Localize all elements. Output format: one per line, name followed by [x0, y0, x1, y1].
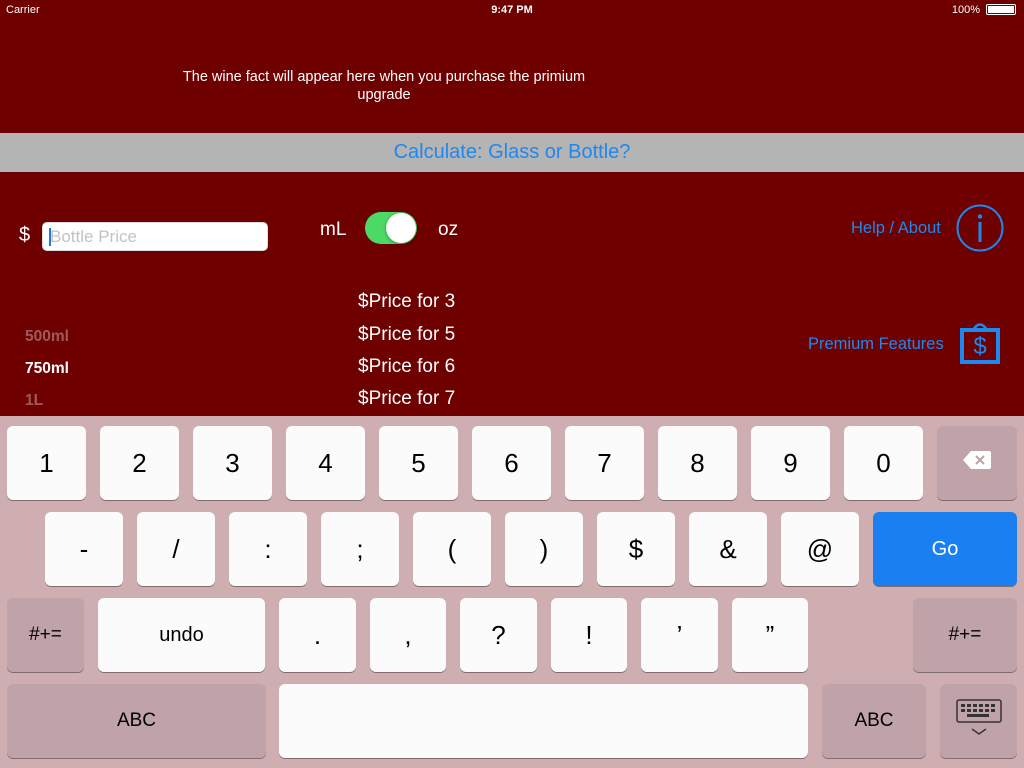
key-9[interactable]: 9 [751, 426, 830, 500]
unit-toggle[interactable] [365, 212, 417, 244]
key-8[interactable]: 8 [658, 426, 737, 500]
wine-fact-text: The wine fact will appear here when you … [182, 69, 586, 103]
key-4[interactable]: 4 [286, 426, 365, 500]
bottle-price-input[interactable] [42, 222, 268, 251]
abc-key-right[interactable]: ABC [822, 684, 926, 758]
svg-text:$: $ [973, 333, 986, 360]
key-question[interactable]: ? [460, 598, 537, 672]
key-3[interactable]: 3 [193, 426, 272, 500]
key-0[interactable]: 0 [844, 426, 923, 500]
key-hyphen[interactable]: - [45, 512, 123, 586]
space-key[interactable] [279, 684, 808, 758]
key-semicolon[interactable]: ; [321, 512, 399, 586]
price-row: $Price for 7 [358, 388, 456, 409]
undo-key[interactable]: undo [98, 598, 265, 672]
size-option[interactable]: 500ml [25, 328, 69, 346]
battery-percent: 100% [951, 4, 980, 16]
shopping-bag-dollar-icon[interactable]: $ [958, 320, 1002, 371]
toggle-knob [386, 213, 416, 243]
key-comma[interactable]: , [370, 598, 446, 672]
help-about-link[interactable]: Help / About [851, 219, 941, 238]
size-option-selected[interactable]: 750ml [25, 360, 69, 378]
price-row: $Price for 6 [358, 356, 456, 377]
abc-key-left[interactable]: ABC [7, 684, 266, 758]
price-row: $Price for 3 [358, 291, 456, 312]
key-1[interactable]: 1 [7, 426, 86, 500]
dismiss-keyboard-key[interactable] [940, 684, 1017, 758]
clock: 9:47 PM [491, 4, 533, 16]
key-6[interactable]: 6 [472, 426, 551, 500]
keyboard: 1 2 3 4 5 6 7 8 9 0 - / : ; ( ) $ & @ Go… [0, 416, 1024, 768]
go-key[interactable]: Go [873, 512, 1017, 586]
key-exclamation[interactable]: ! [551, 598, 627, 672]
key-5[interactable]: 5 [379, 426, 458, 500]
page-title[interactable]: Calculate: Glass or Bottle? [0, 133, 1024, 172]
size-option[interactable]: 1L [25, 392, 43, 410]
key-apostrophe[interactable]: ’ [641, 598, 718, 672]
key-7[interactable]: 7 [565, 426, 644, 500]
delete-key[interactable] [937, 426, 1017, 500]
key-ampersand[interactable]: & [689, 512, 767, 586]
key-dollar[interactable]: $ [597, 512, 675, 586]
oz-label: oz [438, 219, 459, 240]
symbols-key-right[interactable]: #+= [913, 598, 1017, 672]
text-cursor [49, 228, 51, 246]
price-row: $Price for 5 [358, 324, 456, 345]
keyboard-dismiss-icon [955, 698, 1003, 744]
key-slash[interactable]: / [137, 512, 215, 586]
key-colon[interactable]: : [229, 512, 307, 586]
key-quote[interactable]: ” [732, 598, 808, 672]
battery-icon [986, 4, 1016, 15]
status-bar: Carrier 9:47 PM 100% [0, 0, 1024, 20]
currency-symbol: $ [19, 224, 31, 246]
key-close-paren[interactable]: ) [505, 512, 583, 586]
key-open-paren[interactable]: ( [413, 512, 491, 586]
key-at[interactable]: @ [781, 512, 859, 586]
info-icon[interactable] [956, 204, 1004, 257]
ml-label: mL [320, 219, 347, 240]
title-bar: Calculate: Glass or Bottle? [0, 133, 1024, 172]
symbols-key-left[interactable]: #+= [7, 598, 84, 672]
key-2[interactable]: 2 [100, 426, 179, 500]
premium-features-link[interactable]: Premium Features [808, 335, 944, 354]
backspace-icon [962, 449, 992, 477]
key-period[interactable]: . [279, 598, 356, 672]
